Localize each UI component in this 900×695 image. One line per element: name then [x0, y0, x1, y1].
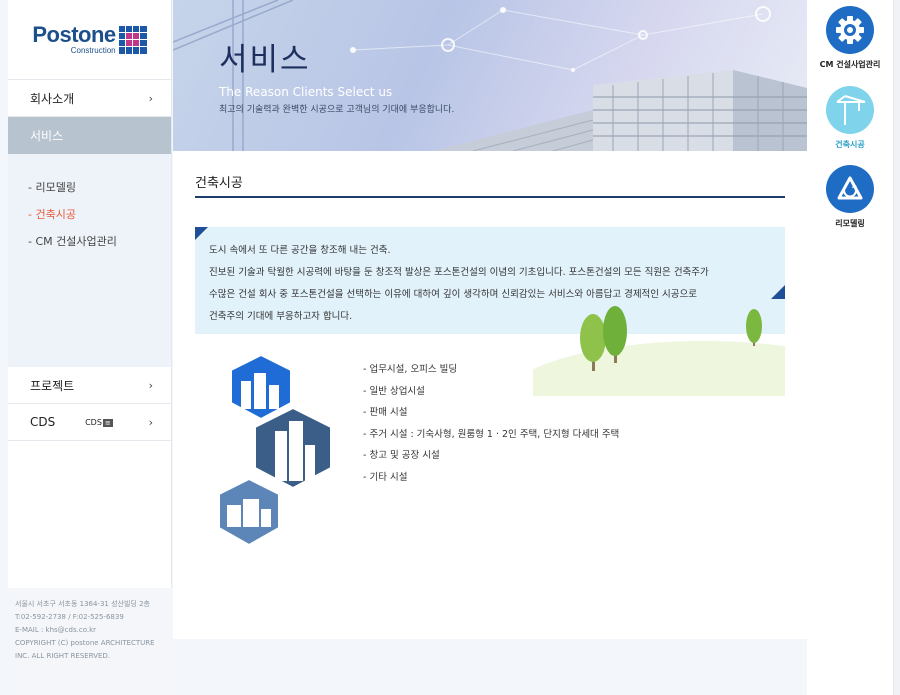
scrollbar-track[interactable]: [893, 0, 900, 695]
cds-badge: CDS ≡: [85, 418, 113, 427]
sidebar-item-label: CDS: [30, 415, 56, 429]
corner-accent-icon: [771, 285, 785, 299]
title-divider: [195, 196, 785, 198]
list-item: - 창고 및 공장 시설: [363, 450, 440, 462]
submenu-remodeling[interactable]: - 리모델링: [8, 174, 171, 201]
chevron-right-icon: ›: [148, 378, 153, 392]
content-footer-band: [173, 639, 807, 695]
recycle-icon: [826, 165, 874, 213]
page-title: 건축시공: [195, 176, 243, 191]
service-submenu: - 리모델링 - 건축시공 - CM 건설사업관리: [8, 154, 171, 367]
banner-title: 서비스: [219, 42, 311, 78]
footer-email: E-MAIL : khs@cds.co.kr: [15, 626, 97, 634]
quick-link-label: 건축시공: [835, 140, 865, 149]
logo-mark-icon: [118, 25, 147, 54]
list-item: - 일반 상업시설: [363, 385, 425, 397]
footer-address: 서울시 서초구 서초동 1364-31 성산빌딩 2층: [15, 600, 150, 608]
chevron-right-icon: ›: [148, 91, 153, 105]
list-item: - 주거 시설 : 기숙사형, 원룸형 1 · 2인 주택, 단지형 다세대 주…: [363, 428, 620, 440]
gear-icon: [826, 6, 874, 54]
sidebar-item-service[interactable]: 서비스: [8, 117, 171, 154]
sidebar-item-project[interactable]: 프로젝트 ›: [8, 367, 171, 404]
sidebar-item-cds[interactable]: CDS CDS ≡ ›: [8, 404, 171, 441]
footer-copyright: COPYRIGHT (C) postone ARCHITECTURE INC. …: [15, 639, 155, 660]
list-item: - 기타 시설: [363, 471, 408, 483]
sidebar-item-label: 회사소개: [30, 91, 75, 106]
page: Postone Construction 회사소개 › 서비스 - 리모델링 -…: [0, 0, 900, 695]
logo-subtitle: Construction: [70, 45, 116, 55]
sidebar: Postone Construction 회사소개 › 서비스 - 리모델링 -…: [8, 0, 172, 695]
logo-wordmark: Postone: [32, 21, 116, 47]
sidebar-item-label: 서비스: [30, 129, 64, 143]
chevron-right-icon: ›: [148, 415, 153, 429]
footer-phone: T:02-592-2738 / F:02-525-6839: [15, 613, 124, 621]
quick-link-construction[interactable]: 건축시공: [807, 86, 893, 150]
facility-list: - 업무시설, 오피스 빌딩 - 일반 상업시설 - 판매 시설 - 주거 시설…: [363, 359, 619, 489]
building-hexagon-icon: [219, 353, 332, 547]
logo[interactable]: Postone Construction: [8, 0, 171, 80]
submenu-cm[interactable]: - CM 건설사업관리: [8, 228, 171, 255]
sidebar-item-label: 프로젝트: [30, 378, 75, 393]
corner-accent-icon: [195, 227, 208, 240]
hero-banner: 서비스 The Reason Clients Select us 최고의 기술력…: [173, 0, 807, 151]
quick-link-remodeling[interactable]: 리모델링: [807, 165, 893, 229]
quick-link-label: 리모델링: [835, 219, 865, 228]
list-item: - 판매 시설: [363, 407, 408, 419]
footer: 서울시 서초구 서초동 1364-31 성산빌딩 2층 T:02-592-273…: [8, 588, 172, 695]
banner-caption: 최고의 기술력과 완벽한 시공으로 고객님의 기대에 부응합니다.: [219, 105, 455, 115]
sidebar-item-company[interactable]: 회사소개 ›: [8, 80, 171, 117]
quick-link-label: CM 건설사업관리: [819, 60, 881, 69]
quick-links-rail: CM 건설사업관리 건축시공 리모델링: [807, 0, 893, 695]
main-content: 건축시공 도시 속에서 또 다른 공간을 창조해 내는 건축. 진보된 기술과 …: [173, 151, 807, 639]
submenu-construction[interactable]: - 건축시공: [8, 201, 171, 228]
intro-line: 수많은 건설 회사 중 포스톤건설을 선택하는 이유에 대하여 깊이 생각하며 …: [209, 289, 698, 300]
quick-link-cm[interactable]: CM 건설사업관리: [807, 6, 893, 70]
intro-line: 진보된 기술과 탁월한 시공력에 바탕을 둔 창조적 발상은 포스톤건설의 이념…: [209, 267, 709, 278]
crane-icon: [826, 86, 874, 134]
banner-subtitle: The Reason Clients Select us: [219, 85, 393, 99]
intro-line: 도시 속에서 또 다른 공간을 창조해 내는 건축.: [209, 245, 391, 256]
list-item: - 업무시설, 오피스 빌딩: [363, 364, 458, 375]
